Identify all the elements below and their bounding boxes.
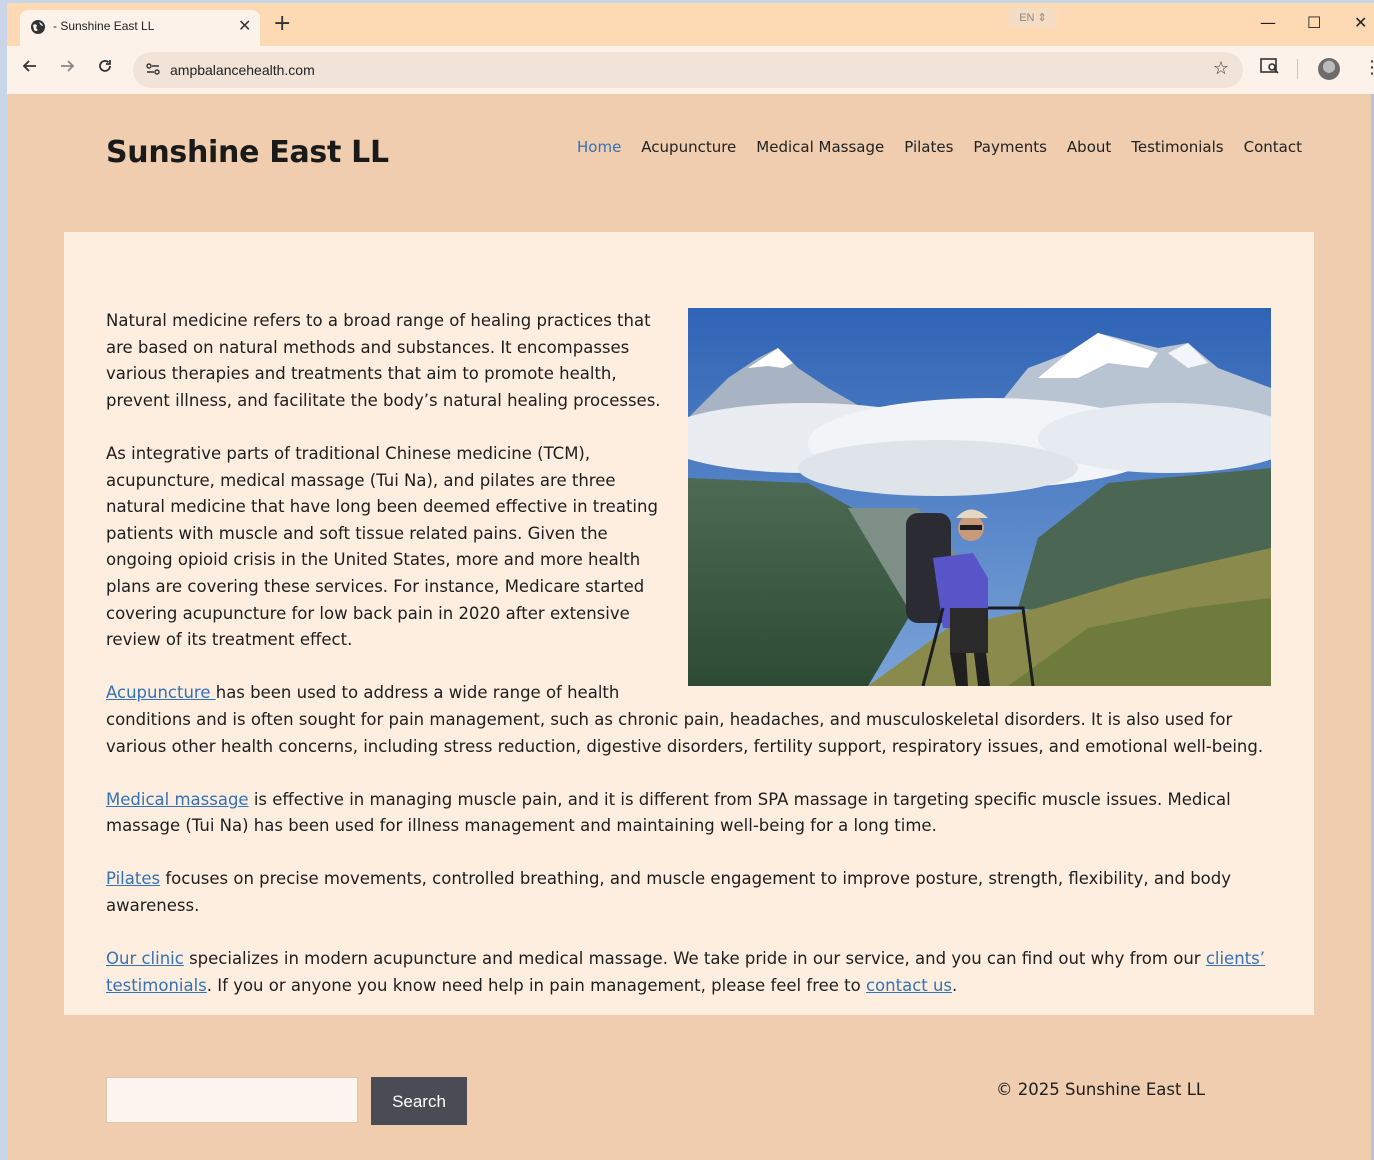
tab-close-icon[interactable]: ✕ — [238, 16, 251, 36]
reading-mode-icon[interactable] — [1260, 57, 1280, 79]
minimize-button[interactable]: — — [1260, 13, 1276, 33]
language-indicator[interactable]: EN ⇕ — [1008, 8, 1058, 28]
search-input[interactable] — [106, 1077, 358, 1123]
search-button[interactable]: Search — [371, 1077, 467, 1125]
paragraph-pilates-text: focuses on precise movements, controlled… — [106, 869, 1231, 916]
reload-icon[interactable] — [97, 58, 113, 80]
our-clinic-link[interactable]: Our clinic — [106, 949, 184, 968]
medical-massage-link[interactable]: Medical massage — [106, 790, 249, 809]
avatar[interactable] — [1318, 58, 1340, 80]
nav-pilates[interactable]: Pilates — [904, 138, 953, 156]
hiker-on-mountain-photo — [688, 308, 1271, 686]
paragraph-pilates: Pilates focuses on precise movements, co… — [106, 866, 1266, 919]
browser-tab-strip: - Sunshine East LL ✕ + EN ⇕ — ☐ ✕ — [7, 3, 1374, 46]
content-panel: Natural medicine refers to a broad range… — [64, 232, 1314, 1015]
paragraph-acupuncture: Acupuncture has been used to address a w… — [106, 680, 1266, 760]
address-bar[interactable]: ampbalancehealth.com ☆ — [133, 52, 1243, 88]
main-navigation: Home Acupuncture Medical Massage Pilates… — [577, 138, 1322, 156]
browser-toolbar: ampbalancehealth.com ☆ ⋮ — [7, 46, 1374, 94]
contact-us-link[interactable]: contact us — [866, 976, 952, 995]
paragraph-massage: Medical massage is effective in managing… — [106, 787, 1266, 840]
url-text[interactable]: ampbalancehealth.com — [170, 62, 315, 78]
kebab-menu-icon[interactable]: ⋮ — [1363, 56, 1374, 80]
maximize-button[interactable]: ☐ — [1307, 13, 1321, 33]
paragraph-clinic-text-1: specializes in modern acupuncture and me… — [183, 949, 1206, 969]
new-tab-button[interactable]: + — [273, 11, 291, 37]
paragraph-clinic-text-2: . If you or anyone you know need help in… — [206, 975, 866, 995]
copyright-text: © 2025 Sunshine East LL — [996, 1080, 1206, 1099]
back-arrow-icon[interactable] — [22, 58, 38, 80]
nav-medical-massage[interactable]: Medical Massage — [756, 138, 884, 156]
nav-about[interactable]: About — [1067, 138, 1111, 156]
tab-title: - Sunshine East LL — [53, 19, 155, 33]
acupuncture-link[interactable]: Acupuncture — [106, 683, 216, 702]
nav-testimonials[interactable]: Testimonials — [1131, 138, 1223, 156]
star-icon[interactable]: ☆ — [1213, 58, 1229, 79]
globe-icon — [30, 19, 46, 35]
web-page: Sunshine East LL Home Acupuncture Medica… — [7, 94, 1371, 1160]
paragraph-clinic: Our clinic specializes in modern acupunc… — [106, 946, 1266, 999]
paragraph-clinic-text-3: . — [952, 975, 958, 995]
paragraph-acupuncture-text: has been used to address a wide range of… — [106, 683, 1264, 756]
nav-payments[interactable]: Payments — [973, 138, 1046, 156]
nav-acupuncture[interactable]: Acupuncture — [641, 138, 736, 156]
site-settings-icon[interactable] — [145, 61, 161, 81]
nav-home[interactable]: Home — [577, 138, 621, 156]
window-close-button[interactable]: ✕ — [1354, 13, 1367, 33]
nav-contact[interactable]: Contact — [1244, 138, 1302, 156]
paragraph-massage-text: is effective in managing muscle pain, an… — [106, 789, 1231, 836]
article-body: Natural medicine refers to a broad range… — [106, 308, 1271, 1026]
forward-arrow-icon[interactable] — [59, 58, 75, 80]
toolbar-divider — [1297, 59, 1298, 79]
site-title[interactable]: Sunshine East LL — [106, 135, 389, 170]
browser-tab[interactable]: - Sunshine East LL ✕ — [20, 10, 260, 46]
pilates-link[interactable]: Pilates — [106, 869, 160, 888]
